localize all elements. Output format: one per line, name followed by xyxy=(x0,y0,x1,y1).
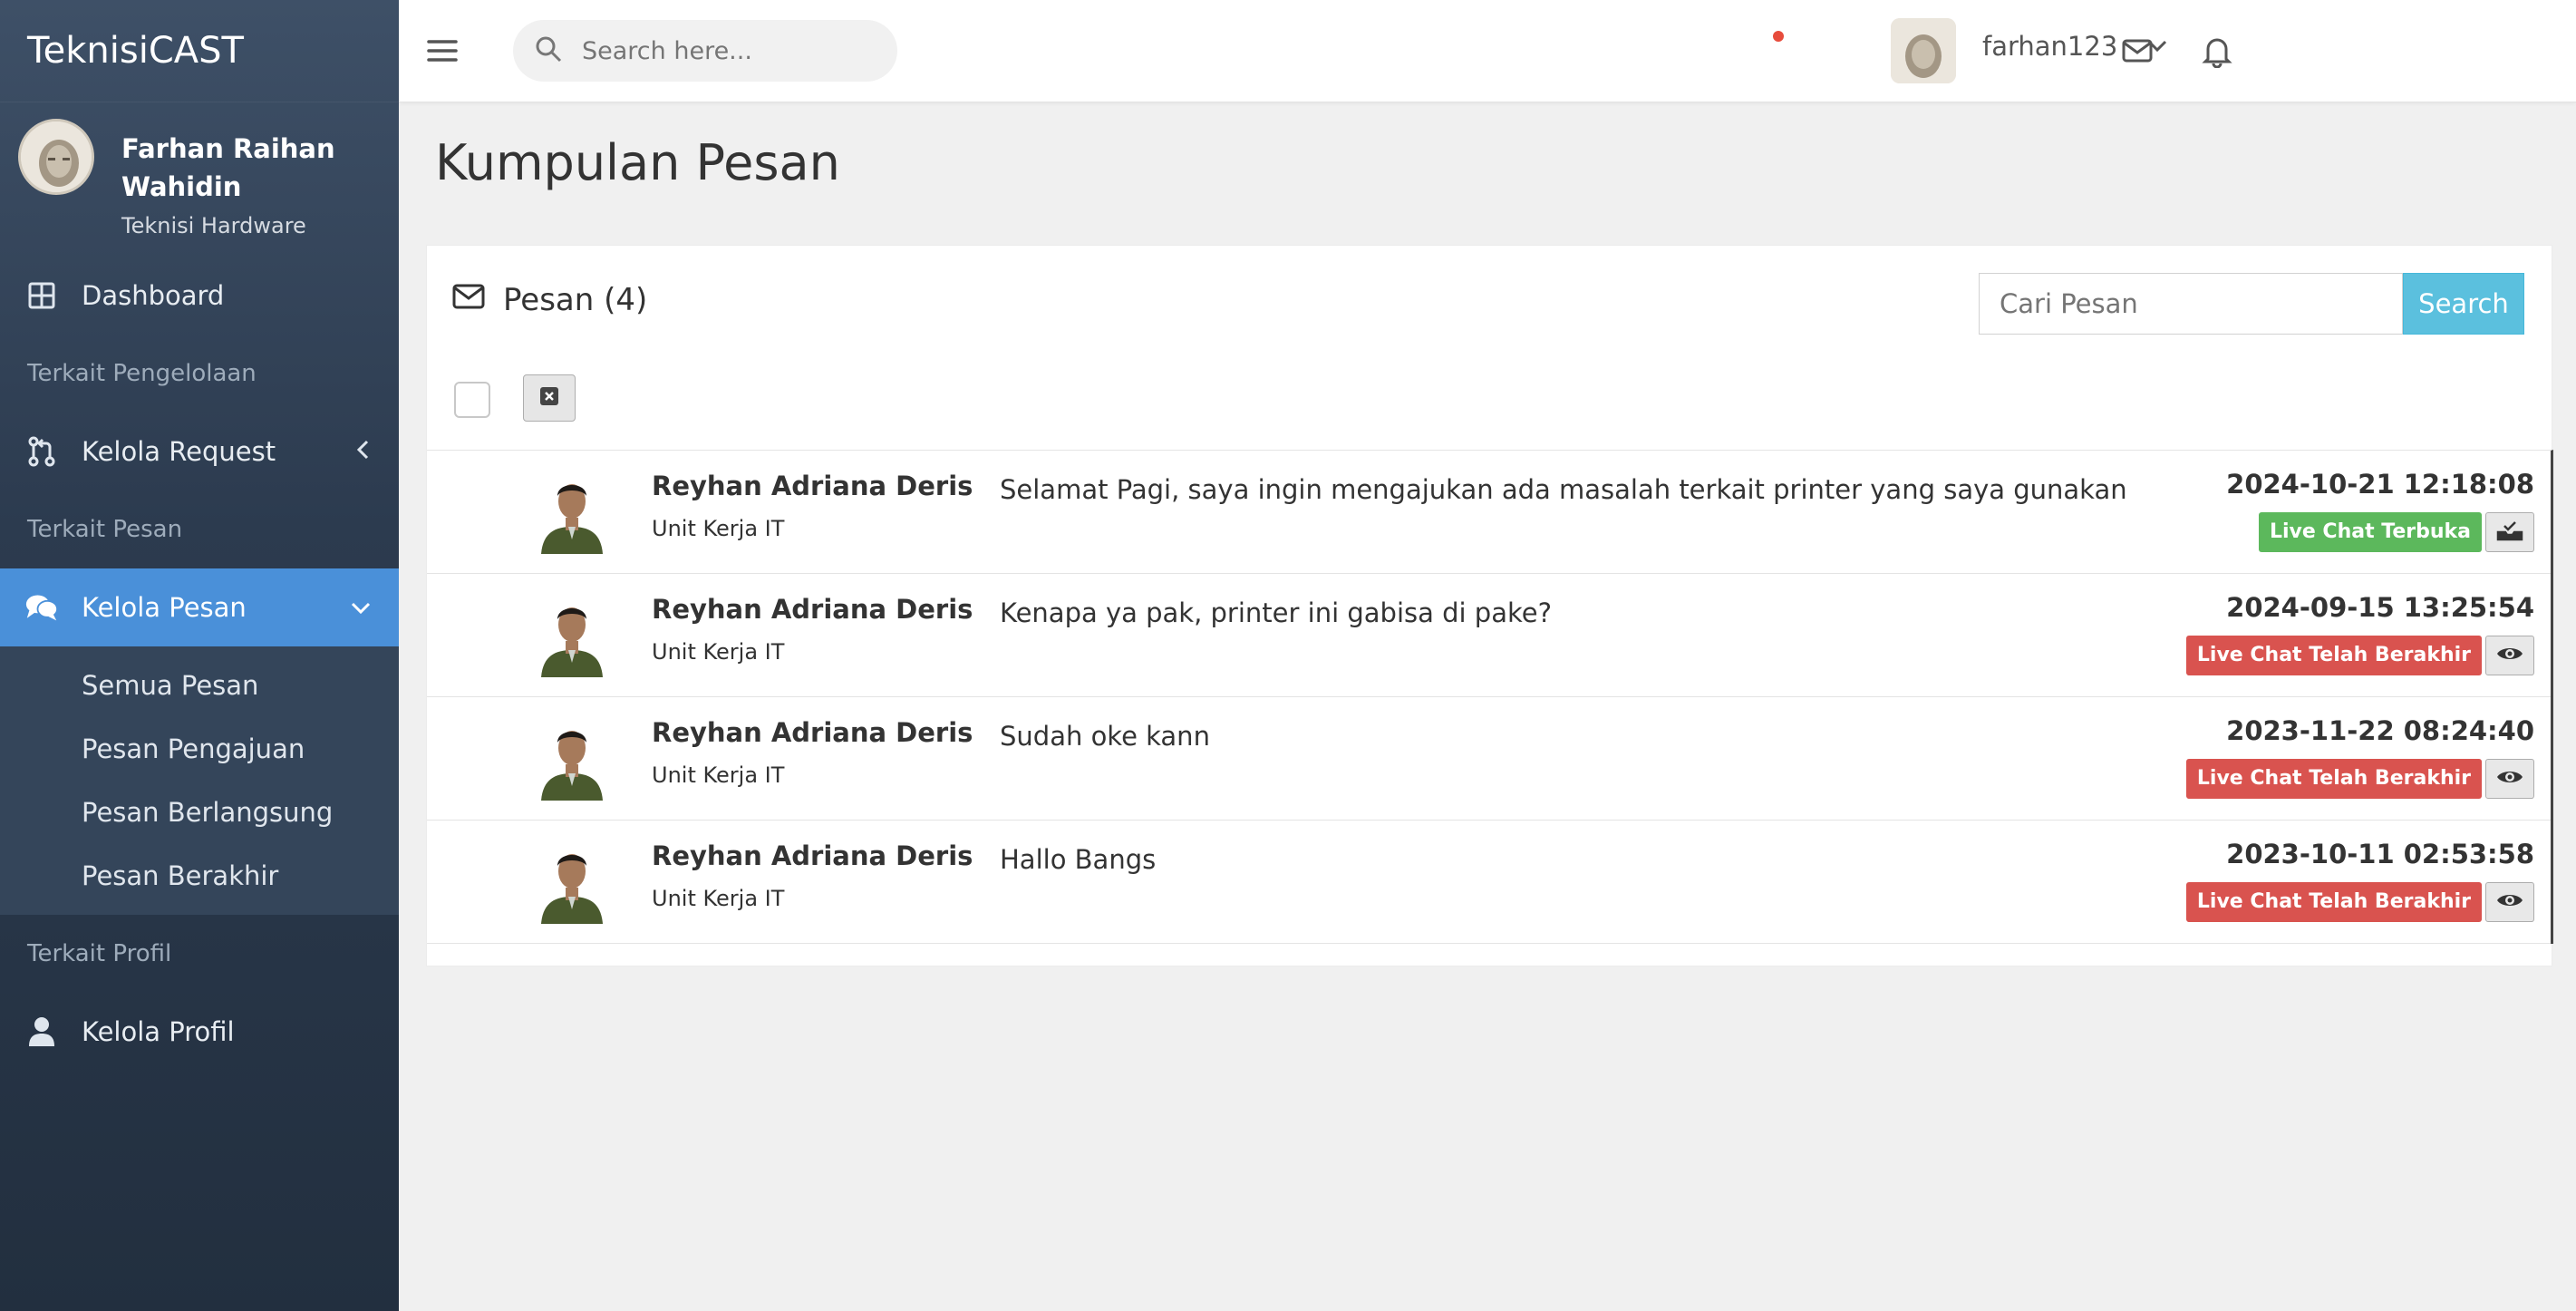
hamburger-menu-icon[interactable] xyxy=(426,34,459,67)
open-chat-button[interactable] xyxy=(2485,512,2534,552)
bell-icon[interactable] xyxy=(2201,34,2235,69)
message-preview: Kenapa ya pak, printer ini gabisa di pak… xyxy=(1000,597,1552,628)
message-row[interactable]: Reyhan Adriana Deris Unit Kerja IT Hallo… xyxy=(427,821,2551,944)
sidebar-item-kelola-pesan[interactable]: Kelola Pesan xyxy=(0,568,399,646)
grid-icon xyxy=(25,279,58,312)
eye-icon xyxy=(2496,891,2523,913)
avatar xyxy=(18,119,94,195)
messages-panel: Pesan (4) Search Reyhan xyxy=(426,245,2553,966)
submenu-pesan-pengajuan[interactable]: Pesan Pengajuan xyxy=(0,717,399,781)
submenu-semua-pesan[interactable]: Semua Pesan xyxy=(0,654,399,717)
user-icon xyxy=(25,1015,58,1048)
panel-title: Pesan (4) xyxy=(503,282,648,318)
sidebar-item-kelola-profil[interactable]: Kelola Profil xyxy=(0,993,399,1071)
sender-unit: Unit Kerja IT xyxy=(652,762,785,788)
message-date: 2024-09-15 13:25:54 xyxy=(2226,592,2534,623)
message-preview: Selamat Pagi, saya ingin mengajukan ada … xyxy=(1000,474,2127,505)
message-row[interactable]: Reyhan Adriana Deris Unit Kerja IT Selam… xyxy=(427,451,2551,574)
notification-dot xyxy=(1773,31,1784,42)
sender-unit: Unit Kerja IT xyxy=(652,886,785,911)
sidebar-header-pesan: Terkait Pesan xyxy=(27,516,183,543)
sender-avatar xyxy=(536,594,608,677)
sidebar-item-label: Dashboard xyxy=(82,280,225,311)
sidebar-profile: Farhan Raihan Wahidin Teknisi Hardware xyxy=(0,102,399,257)
search-icon xyxy=(535,35,562,66)
view-chat-button[interactable] xyxy=(2485,882,2534,922)
sender-unit: Unit Kerja IT xyxy=(652,516,785,541)
sidebar-item-label: Kelola Request xyxy=(82,436,276,467)
sender-avatar xyxy=(536,840,608,924)
select-all-checkbox[interactable] xyxy=(454,382,490,418)
message-list: Reyhan Adriana Deris Unit Kerja IT Selam… xyxy=(427,450,2553,944)
envelope-icon xyxy=(452,282,485,318)
kelola-pesan-submenu: Semua Pesan Pesan Pengajuan Pesan Berlan… xyxy=(0,646,399,915)
page-title: Kumpulan Pesan xyxy=(435,134,840,191)
inbox-check-icon xyxy=(2496,520,2523,545)
message-search: Search xyxy=(1979,273,2524,335)
sender-unit: Unit Kerja IT xyxy=(652,639,785,665)
global-search xyxy=(513,20,897,82)
status-badge: Live Chat Terbuka xyxy=(2258,512,2482,552)
comments-icon xyxy=(25,591,58,624)
topbar: farhan123 xyxy=(399,0,2576,102)
sidebar-header-pengelolaan: Terkait Pengelolaan xyxy=(27,360,257,387)
submenu-pesan-berakhir[interactable]: Pesan Berakhir xyxy=(0,844,399,908)
message-date: 2023-11-22 08:24:40 xyxy=(2226,715,2534,746)
username[interactable]: farhan123 xyxy=(1982,31,2117,62)
view-chat-button[interactable] xyxy=(2485,636,2534,675)
message-preview: Sudah oke kann xyxy=(1000,721,1210,752)
eye-icon xyxy=(2496,645,2523,666)
sidebar-header-profil: Terkait Profil xyxy=(27,940,172,967)
git-pull-request-icon xyxy=(25,435,58,468)
sender-name: Reyhan Adriana Deris xyxy=(652,594,973,625)
search-input[interactable] xyxy=(580,35,870,66)
sender-avatar xyxy=(536,471,608,554)
brand-logo[interactable]: TeknisiCAST xyxy=(0,0,399,102)
status-badge: Live Chat Telah Berakhir xyxy=(2185,882,2482,922)
sender-name: Reyhan Adriana Deris xyxy=(652,840,973,871)
profile-name: Farhan Raihan Wahidin xyxy=(121,133,335,202)
sidebar-item-label: Kelola Profil xyxy=(82,1016,235,1047)
delete-selected-button[interactable] xyxy=(523,374,576,422)
chevron-left-icon xyxy=(355,436,372,467)
profile-role: Teknisi Hardware xyxy=(121,213,306,238)
sender-name: Reyhan Adriana Deris xyxy=(652,471,973,501)
sidebar-item-dashboard[interactable]: Dashboard xyxy=(0,257,399,335)
view-chat-button[interactable] xyxy=(2485,759,2534,799)
message-search-input[interactable] xyxy=(1979,273,2403,335)
sender-name: Reyhan Adriana Deris xyxy=(652,717,973,748)
chevron-down-icon[interactable] xyxy=(2146,38,2168,58)
message-date: 2024-10-21 12:18:08 xyxy=(2226,469,2534,500)
message-preview: Hallo Bangs xyxy=(1000,844,1157,875)
panel-header: Pesan (4) xyxy=(452,282,647,318)
sidebar-item-label: Kelola Pesan xyxy=(82,592,247,623)
close-square-icon xyxy=(539,386,559,410)
submenu-pesan-berlangsung[interactable]: Pesan Berlangsung xyxy=(0,781,399,844)
status-badge: Live Chat Telah Berakhir xyxy=(2185,759,2482,799)
sidebar: TeknisiCAST Farhan Raihan Wahidin Teknis… xyxy=(0,0,399,1311)
message-date: 2023-10-11 02:53:58 xyxy=(2226,839,2534,869)
message-row[interactable]: Reyhan Adriana Deris Unit Kerja IT Sudah… xyxy=(427,697,2551,821)
user-avatar[interactable] xyxy=(1891,18,1956,83)
chevron-down-icon xyxy=(350,592,372,623)
status-badge: Live Chat Telah Berakhir xyxy=(2185,636,2482,675)
sidebar-item-kelola-request[interactable]: Kelola Request xyxy=(0,413,399,490)
sender-avatar xyxy=(536,717,608,801)
eye-icon xyxy=(2496,768,2523,790)
message-row[interactable]: Reyhan Adriana Deris Unit Kerja IT Kenap… xyxy=(427,574,2551,697)
search-button[interactable]: Search xyxy=(2403,273,2524,335)
